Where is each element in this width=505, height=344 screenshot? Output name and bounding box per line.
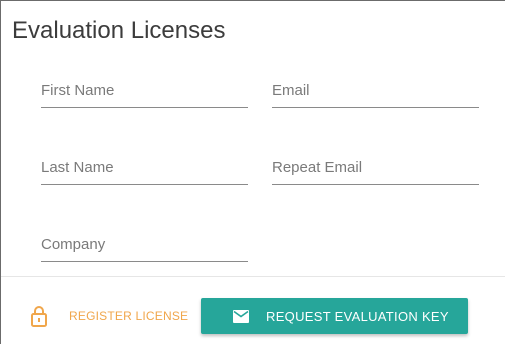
lock-icon <box>31 305 47 327</box>
company-input[interactable] <box>41 232 248 256</box>
email-field-container <box>272 68 479 108</box>
first-name-input[interactable] <box>41 78 248 102</box>
first-name-field-container <box>41 68 248 108</box>
request-evaluation-key-button[interactable]: REQUEST EVALUATION KEY <box>201 298 468 334</box>
request-evaluation-key-label: REQUEST EVALUATION KEY <box>266 308 449 324</box>
evaluation-licenses-dialog: Evaluation Licenses REGISTER LICENSE <box>0 0 505 344</box>
actions-divider <box>1 276 505 277</box>
dialog-title: Evaluation Licenses <box>12 17 226 44</box>
last-name-field-container <box>41 145 248 185</box>
email-input[interactable] <box>272 78 479 102</box>
register-license-label: REGISTER LICENSE <box>69 309 189 323</box>
register-license-button[interactable]: REGISTER LICENSE <box>31 301 188 331</box>
repeat-email-field-container <box>272 145 479 185</box>
company-field-container <box>41 222 248 262</box>
repeat-email-input[interactable] <box>272 155 479 179</box>
mail-icon <box>233 309 249 323</box>
last-name-input[interactable] <box>41 155 248 179</box>
